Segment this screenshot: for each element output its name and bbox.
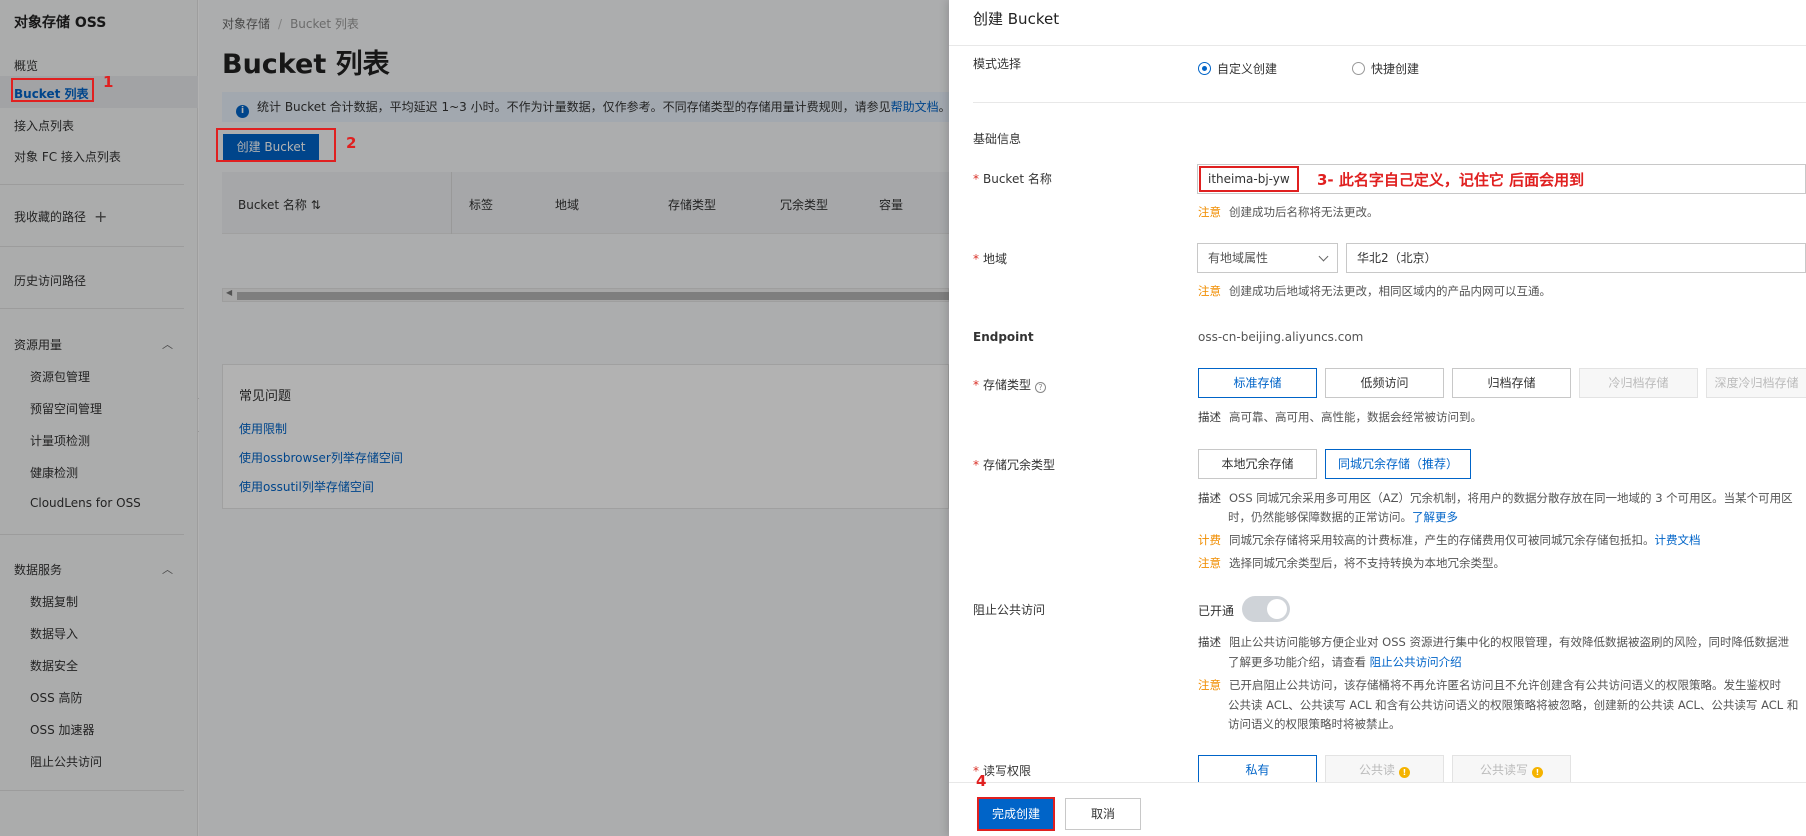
cancel-button[interactable]: 取消 <box>1065 798 1141 830</box>
note-text: 创建成功后名称将无法更改。 <box>1229 205 1379 219</box>
redundancy-desc-line2: 时，仍然能够保障数据的正常访问。了解更多 <box>1228 507 1458 527</box>
redundancy-zrs[interactable]: 同城冗余存储（推荐） <box>1325 449 1471 479</box>
label-text: 存储类型 <box>983 378 1032 392</box>
annotation-box-4 <box>977 797 1055 831</box>
drawer-title: 创建 Bucket <box>973 10 1060 28</box>
section-divider <box>973 102 1806 103</box>
desc-tag: 描述 <box>1198 491 1221 505</box>
desc-text: 了解更多功能介绍，请查看 <box>1228 655 1366 669</box>
mode-label: 模式选择 <box>973 57 1022 71</box>
region-note: 注意 创建成功后地域将无法更改，相同区域内的产品内网可以互通。 <box>1198 281 1551 301</box>
acl-private[interactable]: 私有 <box>1198 755 1317 785</box>
annotation-box-1 <box>11 78 94 102</box>
block-public-intro-link[interactable]: 阻止公共访问介绍 <box>1370 655 1462 669</box>
seg-label: 公共读写 <box>1479 763 1528 777</box>
chevron-down-icon <box>1318 251 1329 262</box>
redundancy-desc: 描述 OSS 同城冗余采用多可用区（AZ）冗余机制，将用户的数据分散存放在同一地域… <box>1198 488 1793 508</box>
radio-label: 自定义创建 <box>1217 62 1278 76</box>
mode-option-quick[interactable]: 快捷创建 <box>1352 60 1419 77</box>
region-select[interactable]: 华北2（北京） <box>1346 243 1806 273</box>
endpoint-label: Endpoint <box>973 330 1034 344</box>
block-public-note-line3: 访问语义的权限策略时将被禁止。 <box>1228 717 1401 731</box>
desc-text: OSS 同城冗余采用多可用区（AZ）冗余机制，将用户的数据分散存放在同一地域的 … <box>1229 491 1793 505</box>
note-text: 选择同城冗余类型后，将不支持转换为本地冗余类型。 <box>1229 556 1505 570</box>
storage-class-desc: 描述 高可靠、高可用、高性能，数据会经常被访问到。 <box>1198 407 1482 427</box>
bucket-name-note: 注意 创建成功后名称将无法更改。 <box>1198 202 1379 222</box>
modal-mask[interactable] <box>0 0 949 836</box>
endpoint-value: oss-cn-beijing.aliyuncs.com <box>1198 330 1364 344</box>
storage-class-label: * 存储类型? <box>973 376 1047 393</box>
block-public-label: 阻止公共访问 <box>973 603 1046 617</box>
note-tag: 注意 <box>1198 556 1221 570</box>
annotation-number-2: 2 <box>346 134 357 152</box>
warning-icon: ! <box>1399 767 1410 778</box>
redundancy-note: 注意 选择同城冗余类型后，将不支持转换为本地冗余类型。 <box>1198 553 1505 573</box>
annotation-number-1: 1 <box>103 73 114 91</box>
note-tag: 注意 <box>1198 678 1221 692</box>
desc-text: 阻止公共访问能够方便企业对 OSS 资源进行集中化的权限管理，有效降低数据被盗刷… <box>1229 635 1789 649</box>
storage-class-cold-archive: 冷归档存储 <box>1579 368 1698 398</box>
radio-label: 快捷创建 <box>1371 62 1420 76</box>
block-public-desc-line2: 了解更多功能介绍，请查看 阻止公共访问介绍 <box>1228 652 1462 672</box>
learn-more-link[interactable]: 了解更多 <box>1412 510 1458 524</box>
label-text: 地域 <box>983 252 1008 266</box>
block-public-state: 已开通 <box>1198 604 1235 618</box>
warning-icon: ! <box>1532 767 1543 778</box>
basic-info-title: 基础信息 <box>973 132 1022 146</box>
storage-class-archive[interactable]: 归档存储 <box>1452 368 1571 398</box>
desc-tag: 描述 <box>1198 410 1221 424</box>
redundancy-lrs[interactable]: 本地冗余存储 <box>1198 449 1317 479</box>
annotation-box-3 <box>1199 166 1299 192</box>
billing-doc-link[interactable]: 计费文档 <box>1655 533 1701 547</box>
annotation-box-2 <box>216 128 336 162</box>
acl-public-read-write: 公共读写! <box>1452 755 1571 785</box>
desc-tag: 描述 <box>1198 635 1221 649</box>
drawer-header: 创建 Bucket <box>949 0 1806 46</box>
billing-text: 同城冗余存储将采用较高的计费标准，产生的存储费用仅可被同城冗余存储包抵扣。 <box>1229 533 1655 547</box>
mode-option-custom[interactable]: 自定义创建 <box>1198 60 1277 77</box>
note-tag: 注意 <box>1198 284 1221 298</box>
redundancy-billing: 计费 同城冗余存储将采用较高的计费标准，产生的存储费用仅可被同城冗余存储包抵扣。计… <box>1198 530 1701 550</box>
block-public-desc: 描述 阻止公共访问能够方便企业对 OSS 资源进行集中化的权限管理，有效降低数据被… <box>1198 632 1789 652</box>
region-type-select[interactable]: 有地域属性 <box>1197 243 1338 273</box>
annotation-number-4: 4 <box>976 772 987 790</box>
redundancy-label: * 存储冗余类型 <box>973 458 1056 472</box>
desc-text: 时，仍然能够保障数据的正常访问。 <box>1228 510 1412 524</box>
seg-label: 公共读 <box>1358 763 1395 777</box>
acl-public-read: 公共读! <box>1325 755 1444 785</box>
block-public-toggle[interactable] <box>1242 596 1290 622</box>
help-icon[interactable]: ? <box>1035 382 1047 393</box>
desc-text: 高可靠、高可用、高性能，数据会经常被访问到。 <box>1229 410 1482 424</box>
note-text: 创建成功后地域将无法更改，相同区域内的产品内网可以互通。 <box>1229 284 1551 298</box>
annotation-name-hint: 3- 此名字自己定义，记住它 后面会用到 <box>1317 171 1585 189</box>
radio-unchecked-icon <box>1352 62 1365 75</box>
region-value: 华北2（北京） <box>1357 251 1437 265</box>
label-text: 读写权限 <box>983 764 1032 778</box>
label-text: Bucket 名称 <box>983 172 1052 186</box>
label-text: 存储冗余类型 <box>983 458 1056 472</box>
bucket-name-label: * Bucket 名称 <box>973 172 1052 186</box>
storage-class-ia[interactable]: 低频访问 <box>1325 368 1444 398</box>
storage-class-standard[interactable]: 标准存储 <box>1198 368 1317 398</box>
note-text: 已开启阻止公共访问，该存储桶将不再允许匿名访问且不允许创建含有公共访问语义的权限… <box>1229 678 1781 692</box>
block-public-note-line2: 公共读 ACL、公共读写 ACL 和含有公共访问语义的权限策略将被忽略，创建新的… <box>1228 698 1799 712</box>
region-label: * 地域 <box>973 252 1008 266</box>
billing-tag: 计费 <box>1198 533 1221 547</box>
storage-class-deep-cold-archive: 深度冷归档存储 <box>1706 368 1806 398</box>
radio-checked-icon <box>1198 62 1211 75</box>
block-public-note: 注意 已开启阻止公共访问，该存储桶将不再允许匿名访问且不允许创建含有公共访问语义的… <box>1198 675 1781 695</box>
note-tag: 注意 <box>1198 205 1221 219</box>
region-type-value: 有地域属性 <box>1208 251 1269 265</box>
